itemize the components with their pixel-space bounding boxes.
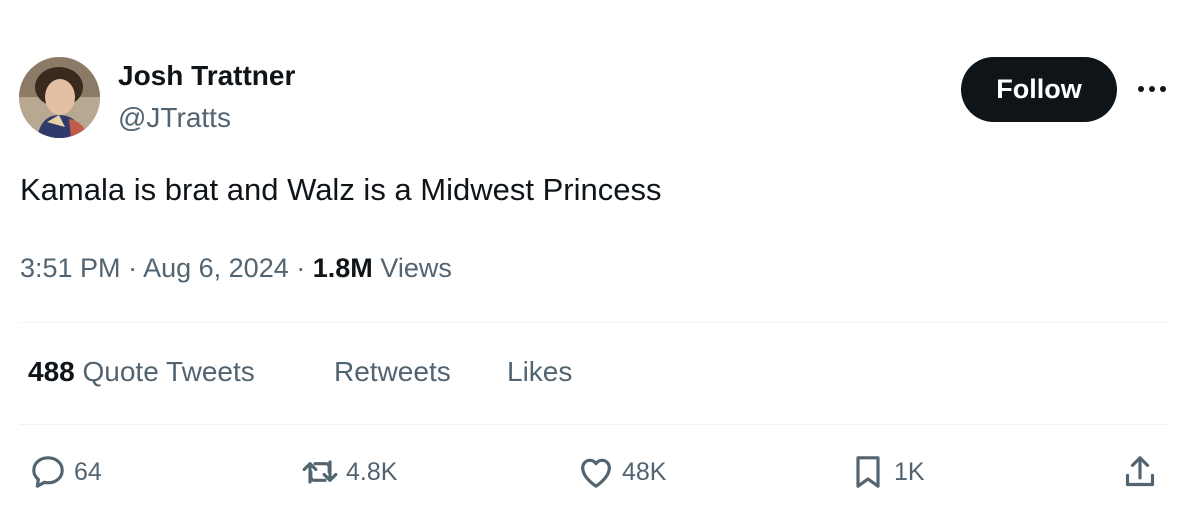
heart-icon <box>574 450 618 494</box>
meta-separator: · <box>296 253 306 283</box>
retweet-count: 4.8K <box>346 457 398 486</box>
reply-count: 64 <box>74 457 102 486</box>
tweet-text: Kamala is brat and Walz is a Midwest Pri… <box>20 172 662 207</box>
more-options-button[interactable] <box>1134 75 1170 103</box>
author-name[interactable]: Josh Trattner <box>118 60 295 92</box>
reply-icon <box>26 450 70 494</box>
divider <box>20 322 1170 323</box>
tweet-card: Josh Trattner @JTratts Follow Kamala is … <box>0 0 1200 518</box>
tweet-meta: 3:51 PM · Aug 6, 2024 · 1.8M Views <box>20 253 452 284</box>
tweet-time[interactable]: 3:51 PM <box>20 253 121 283</box>
like-count: 48K <box>622 457 667 486</box>
retweet-icon <box>298 450 342 494</box>
quote-tweets-link[interactable]: 488 Quote Tweets <box>28 356 255 388</box>
reply-button[interactable]: 64 <box>26 450 102 494</box>
retweets-link[interactable]: Retweets <box>334 356 451 388</box>
avatar[interactable] <box>19 57 100 138</box>
meta-separator: · <box>128 253 138 283</box>
divider <box>20 424 1170 425</box>
retweet-button[interactable]: 4.8K <box>298 450 397 494</box>
like-button[interactable]: 48K <box>574 450 666 494</box>
tweet-date[interactable]: Aug 6, 2024 <box>143 253 289 283</box>
follow-button[interactable]: Follow <box>961 57 1117 122</box>
bookmark-icon <box>846 450 890 494</box>
share-button[interactable] <box>1118 450 1162 494</box>
avatar-image <box>19 57 100 138</box>
author-handle[interactable]: @JTratts <box>118 102 231 134</box>
views-count: 1.8M <box>312 253 373 283</box>
views-label: Views <box>380 253 452 283</box>
quote-label: Quote Tweets <box>82 356 255 387</box>
likes-link[interactable]: Likes <box>507 356 572 388</box>
share-icon <box>1118 450 1162 494</box>
quote-count: 488 <box>28 356 75 387</box>
bookmark-button[interactable]: 1K <box>846 450 925 494</box>
more-horizontal-icon <box>1138 86 1166 92</box>
bookmark-count: 1K <box>894 457 925 486</box>
